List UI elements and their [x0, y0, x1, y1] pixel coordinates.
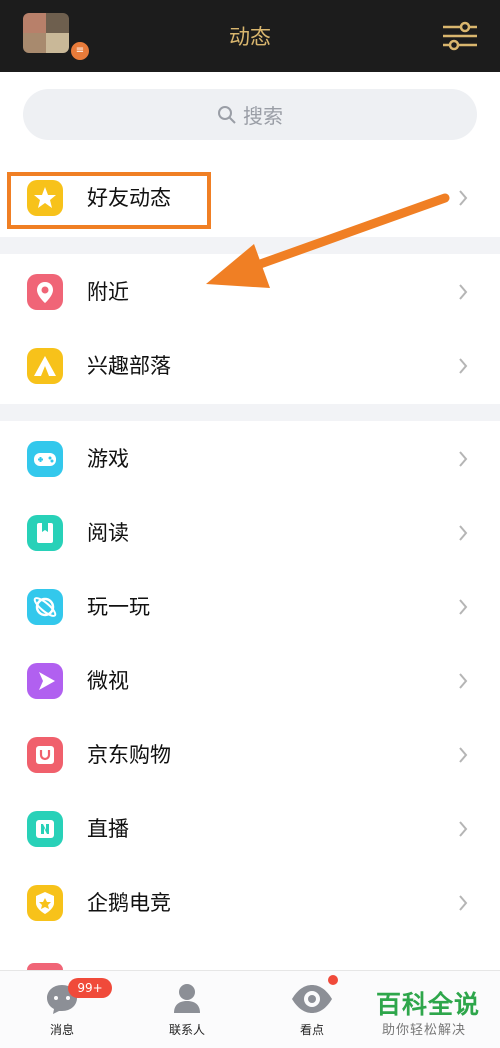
settings-sliders-icon[interactable]	[441, 20, 479, 52]
book-icon	[27, 515, 63, 551]
list-item-label: 微视	[87, 669, 129, 693]
chevron-right-icon	[459, 190, 468, 206]
chevron-right-icon	[459, 821, 468, 837]
chevron-right-icon	[459, 747, 468, 763]
tab-contacts[interactable]: 联系人	[137, 971, 237, 1048]
section-divider	[0, 404, 500, 421]
list-item-reading[interactable]: 阅读	[0, 495, 500, 569]
list-item-live[interactable]: 直播	[0, 791, 500, 865]
chevron-right-icon	[459, 525, 468, 541]
search-placeholder: 搜索	[243, 104, 283, 128]
list-item-games[interactable]: 游戏	[0, 421, 500, 495]
shopping-bag-icon	[27, 737, 63, 773]
notification-dot	[328, 975, 338, 985]
chevron-right-icon	[459, 451, 468, 467]
list-item-label: 兴趣部落	[87, 354, 171, 378]
list-item-label: 阅读	[87, 521, 129, 545]
bottom-tab-bar: 消息 99+ 联系人 看点 百科全说 助你轻松解决	[0, 970, 500, 1048]
planet-icon	[27, 589, 63, 625]
location-pin-icon	[27, 274, 63, 310]
search-area: 搜索	[0, 72, 500, 160]
list-item-label: 直播	[87, 817, 129, 841]
list-item-label: 京东购物	[87, 743, 171, 767]
list-item-label: 玩一玩	[87, 595, 150, 619]
unread-badge: 99+	[68, 978, 112, 998]
tab-kandian[interactable]: 看点	[262, 971, 362, 1048]
tent-icon	[27, 348, 63, 384]
list-item-penguin-esports[interactable]: 企鹅电竞	[0, 865, 500, 939]
contacts-icon	[174, 984, 200, 1013]
live-icon	[27, 811, 63, 847]
list-item-jd-shopping[interactable]: 京东购物	[0, 717, 500, 791]
chevron-right-icon	[459, 284, 468, 300]
partial-list-item	[27, 963, 63, 970]
annotation-arrow-icon	[206, 193, 450, 288]
search-input[interactable]: 搜索	[23, 89, 477, 140]
list-item-label: 游戏	[87, 447, 129, 471]
list-item-play[interactable]: 玩一玩	[0, 569, 500, 643]
eye-icon	[292, 985, 332, 1013]
list-item-weishi[interactable]: 微视	[0, 643, 500, 717]
page-title: 动态	[229, 25, 271, 49]
tab-label: 看点	[299, 1023, 324, 1037]
chevron-right-icon	[459, 673, 468, 689]
play-icon	[27, 663, 63, 699]
gamepad-icon	[27, 441, 63, 477]
search-icon	[218, 105, 236, 124]
chevron-right-icon	[459, 895, 468, 911]
tab-label: 联系人	[168, 1023, 205, 1037]
feed-list: 搜索 好友动态 附近 兴趣部落 游戏 阅读 玩一玩 微视 京东购物 直播 企鹅电…	[0, 72, 500, 970]
chevron-right-icon	[459, 358, 468, 374]
list-item-interest-tribe[interactable]: 兴趣部落	[0, 328, 500, 402]
highlight-box	[7, 172, 211, 229]
watermark-title: 百科全说	[376, 990, 481, 1019]
top-header: ≡ 动态	[0, 0, 500, 72]
esports-shield-icon	[27, 885, 63, 921]
list-item-label: 企鹅电竞	[87, 891, 171, 915]
chevron-right-icon	[459, 599, 468, 615]
list-item-label: 附近	[87, 280, 129, 304]
watermark-subtitle: 助你轻松解决	[382, 1023, 467, 1038]
tab-label: 消息	[49, 1023, 74, 1037]
